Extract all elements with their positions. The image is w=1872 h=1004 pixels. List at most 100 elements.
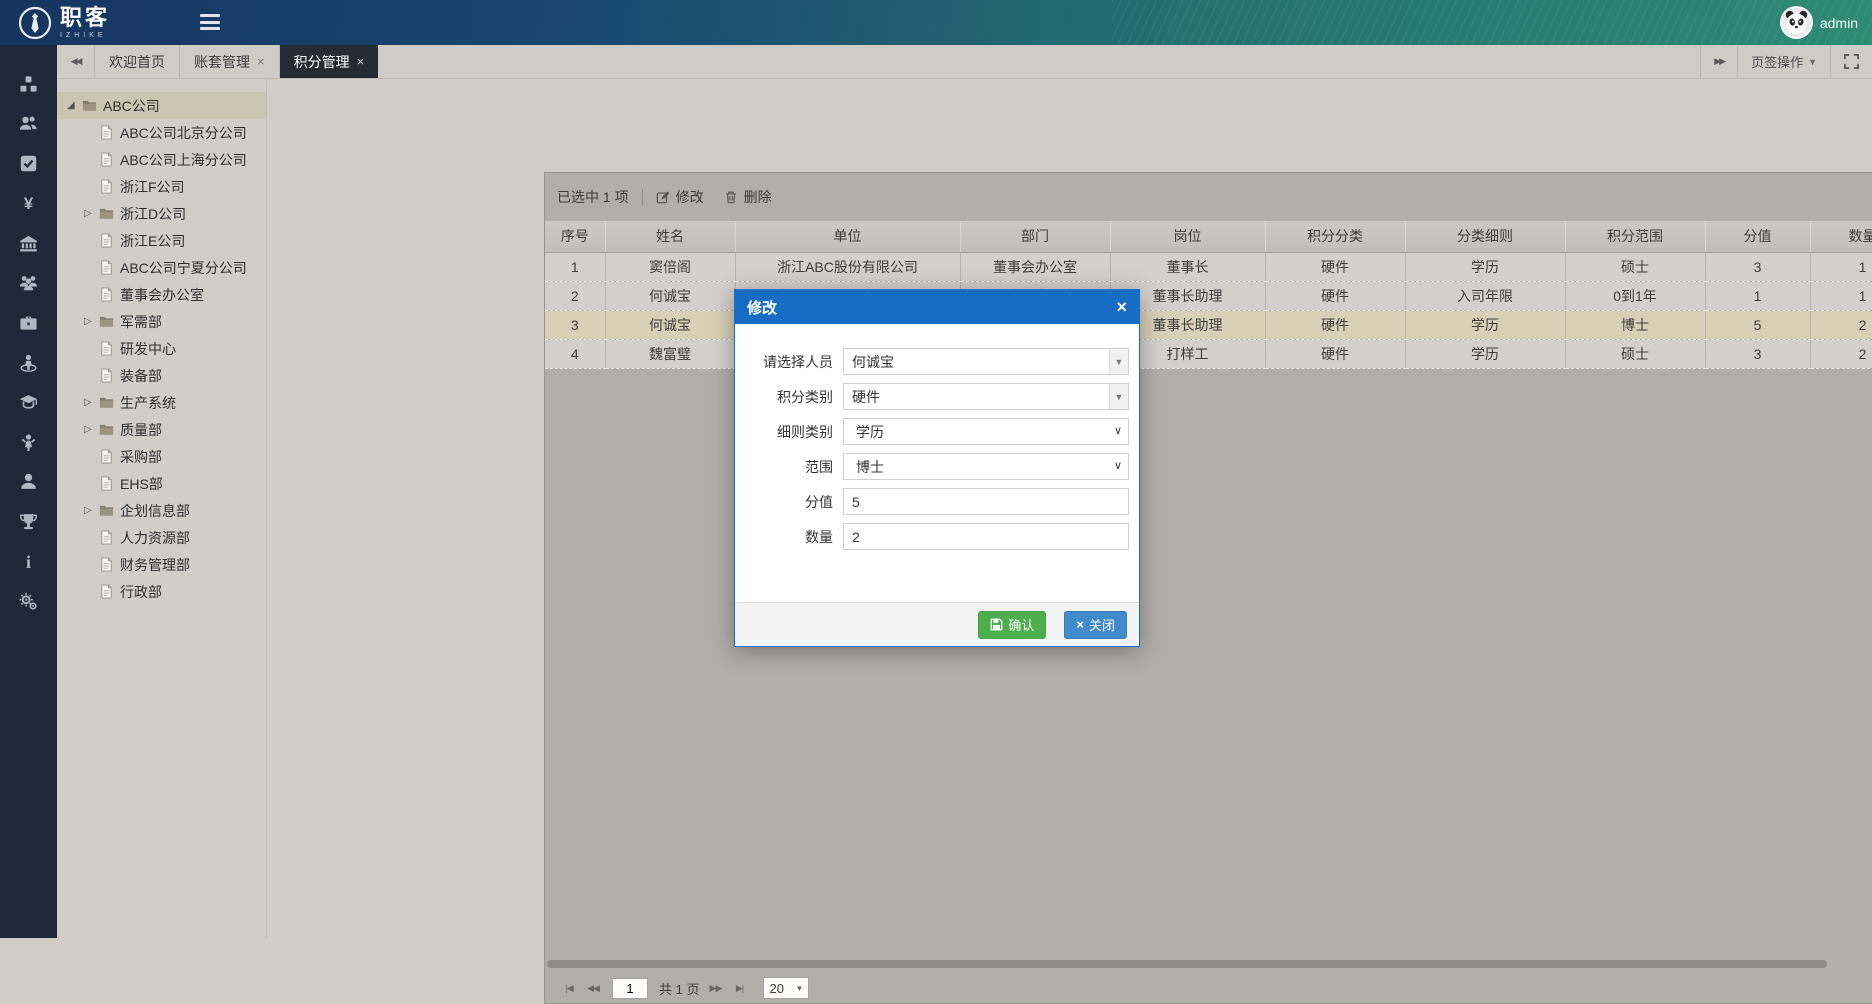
last-page-button[interactable]: ▶| [727, 977, 751, 999]
table-cell: 2 [1810, 339, 1872, 368]
field-combobox[interactable] [843, 348, 1129, 375]
tab-points-management[interactable]: 积分管理× [280, 45, 379, 78]
tree-node[interactable]: 装备部 [57, 362, 266, 389]
column-header[interactable]: 岗位 [1110, 221, 1265, 252]
members-icon[interactable] [16, 111, 42, 137]
approval-check-icon[interactable] [16, 151, 42, 177]
table-cell: 1 [545, 252, 605, 281]
caret-collapsed-icon[interactable]: ▷ [84, 208, 98, 219]
salary-yen-icon[interactable]: ¥ [16, 190, 42, 216]
team-icon[interactable] [16, 270, 42, 296]
graduation-cap-icon[interactable] [16, 389, 42, 415]
combo-arrow-icon[interactable]: ▼ [1109, 384, 1128, 409]
field-combobox[interactable] [843, 383, 1129, 410]
combo-arrow-icon[interactable]: ▼ [1109, 349, 1128, 374]
confirm-button-label: 确认 [1008, 615, 1034, 634]
field-input[interactable] [843, 488, 1129, 515]
bank-icon[interactable] [16, 230, 42, 256]
prev-page-button[interactable]: ◀◀ [581, 977, 605, 999]
file-icon [98, 179, 120, 194]
user-menu[interactable]: admin [1780, 6, 1858, 39]
table-cell: 4 [545, 339, 605, 368]
caret-collapsed-icon[interactable]: ▷ [84, 397, 98, 408]
tree-node[interactable]: 研发中心 [57, 335, 266, 362]
page-count-label: 共 1 页 [659, 979, 699, 998]
caret-collapsed-icon[interactable]: ▷ [84, 316, 98, 327]
field-input[interactable] [843, 523, 1129, 550]
tree-node[interactable]: 浙江F公司 [57, 173, 266, 200]
tree-node[interactable]: 采购部 [57, 443, 266, 470]
dialog-header[interactable]: 修改 × [735, 290, 1139, 324]
table-cell: 硕士 [1565, 339, 1705, 368]
column-header[interactable]: 数量 [1810, 221, 1872, 252]
trophy-icon[interactable] [16, 509, 42, 535]
first-page-button[interactable]: |◀ [557, 977, 581, 999]
cubes-icon[interactable] [16, 71, 42, 97]
column-header[interactable]: 姓名 [605, 221, 735, 252]
tree-node[interactable]: 人力资源部 [57, 524, 266, 551]
tree-node[interactable]: ABC公司上海分公司 [57, 146, 266, 173]
briefcase-icon[interactable] [16, 310, 42, 336]
page-size-select[interactable]: 20 ▼ [763, 977, 809, 999]
close-button[interactable]: × 关闭 [1064, 611, 1127, 639]
column-header[interactable]: 积分范围 [1565, 221, 1705, 252]
menu-toggle-icon[interactable] [200, 14, 220, 30]
tree-node[interactable]: 财务管理部 [57, 551, 266, 578]
tab-operations-dropdown[interactable]: 页签操作 ▼ [1737, 45, 1830, 78]
tree-node[interactable]: ▷生产系统 [57, 389, 266, 416]
street-view-icon[interactable] [16, 350, 42, 376]
field-select[interactable]: 学历 [843, 418, 1129, 445]
caret-collapsed-icon[interactable]: ▷ [84, 424, 98, 435]
column-header[interactable]: 部门 [960, 221, 1110, 252]
tab-welcome-home[interactable]: 欢迎首页 [95, 45, 180, 78]
table-cell: 0到1年 [1565, 281, 1705, 310]
tabs-scroll-left-icon[interactable]: ◀◀ [57, 45, 95, 78]
file-icon [98, 557, 120, 572]
tree-node[interactable]: ◢ABC公司 [57, 92, 266, 119]
trash-icon [724, 190, 738, 204]
delete-button[interactable]: 删除 [724, 187, 772, 207]
tree-node[interactable]: ABC公司北京分公司 [57, 119, 266, 146]
tab-close-icon[interactable]: × [357, 55, 365, 68]
grid-toolbar: 已选中 1 项 修改 删除 × [545, 173, 1872, 221]
edit-button[interactable]: 修改 [656, 187, 704, 207]
file-icon [98, 368, 120, 383]
caret-expanded-icon[interactable]: ◢ [67, 100, 81, 111]
table-row[interactable]: 1窦倍阁浙江ABC股份有限公司董事会办公室董事长硬件学历硕士3133 [545, 252, 1872, 281]
tree-node[interactable]: ▷军需部 [57, 308, 266, 335]
tree-node-label: 行政部 [120, 582, 162, 602]
caret-collapsed-icon[interactable]: ▷ [84, 505, 98, 516]
tree-node-label: 浙江F公司 [120, 177, 185, 197]
tree-node[interactable]: 行政部 [57, 578, 266, 605]
tab-close-icon[interactable]: × [257, 55, 265, 68]
tabs-scroll-right-icon[interactable]: ▶▶ [1700, 45, 1737, 78]
column-header[interactable]: 分值 [1705, 221, 1810, 252]
tree-node[interactable]: 浙江E公司 [57, 227, 266, 254]
field-label: 分值 [745, 492, 833, 512]
tree-node[interactable]: ▷质量部 [57, 416, 266, 443]
pagination-bar: |◀ ◀◀ 共 1 页 ▶▶ ▶| 20 ▼ 显示第 1 - 4 条记录 检索到… [545, 972, 1872, 1004]
column-header[interactable]: 序号 [545, 221, 605, 252]
confirm-button[interactable]: 确认 [978, 611, 1046, 639]
growth-icon[interactable] [16, 429, 42, 455]
next-page-button[interactable]: ▶▶ [703, 977, 727, 999]
fullscreen-icon[interactable] [1830, 45, 1872, 78]
gears-icon[interactable] [16, 588, 42, 614]
page-number-input[interactable] [612, 978, 648, 999]
column-header[interactable]: 分类细则 [1405, 221, 1565, 252]
tab-operations-label: 页签操作 [1751, 52, 1803, 71]
info-icon[interactable]: i [16, 549, 42, 575]
scrollbar-thumb[interactable] [547, 960, 1827, 968]
tree-node[interactable]: ABC公司宁夏分公司 [57, 254, 266, 281]
column-header[interactable]: 单位 [735, 221, 960, 252]
tree-node[interactable]: 董事会办公室 [57, 281, 266, 308]
dialog-close-icon[interactable]: × [1116, 298, 1127, 316]
column-header[interactable]: 积分分类 [1265, 221, 1405, 252]
tab-account-management[interactable]: 账套管理× [180, 45, 280, 78]
tree-node[interactable]: ▷浙江D公司 [57, 200, 266, 227]
tree-node[interactable]: ▷企划信息部 [57, 497, 266, 524]
field-label: 范围 [745, 457, 833, 477]
tree-node[interactable]: EHS部 [57, 470, 266, 497]
field-select[interactable]: 博士 [843, 453, 1129, 480]
user-icon[interactable] [16, 469, 42, 495]
